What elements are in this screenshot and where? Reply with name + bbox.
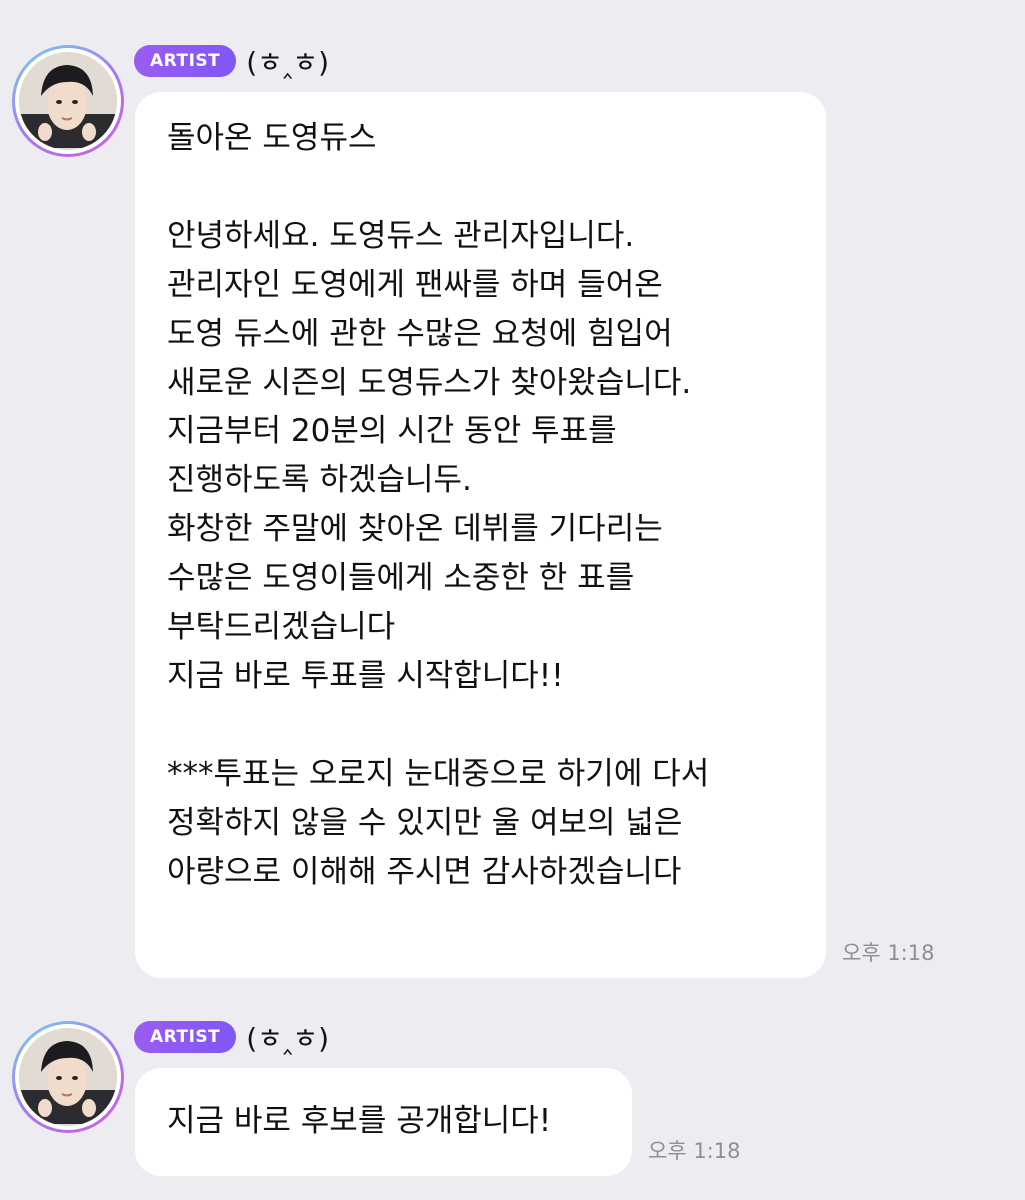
avatar-ring [15,48,121,154]
nickname[interactable]: (ㅎ‸ㅎ) [246,41,329,81]
profile-photo-icon [19,1028,115,1124]
message-header: ARTIST (ㅎ‸ㅎ) [134,1019,329,1055]
message-time: 오후 1:18 [842,941,935,965]
avatar[interactable] [12,1021,124,1133]
message-time: 오후 1:18 [648,1139,741,1163]
avatar[interactable] [12,45,124,157]
avatar-photo [19,1028,117,1126]
message-text: 돌아온 도영듀스 안녕하세요. 도영듀스 관리자입니다. 관리자인 도영에게 팬… [167,120,710,890]
avatar-photo [19,52,117,150]
avatar-ring [15,1024,121,1130]
artist-badge: ARTIST [134,1021,237,1053]
message-header: ARTIST (ㅎ‸ㅎ) [134,43,329,79]
nickname[interactable]: (ㅎ‸ㅎ) [246,1017,329,1057]
message-bubble[interactable]: 돌아온 도영듀스 안녕하세요. 도영듀스 관리자입니다. 관리자인 도영에게 팬… [135,92,826,978]
message-text: 지금 바로 후보를 공개합니다! [167,1103,552,1139]
message-bubble[interactable]: 지금 바로 후보를 공개합니다! [135,1068,632,1176]
profile-photo-icon [19,52,115,148]
artist-badge: ARTIST [134,45,237,77]
